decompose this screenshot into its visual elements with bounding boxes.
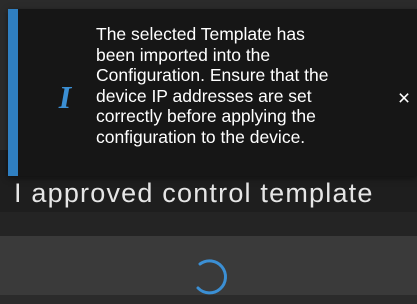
close-icon[interactable]: × [393,87,415,111]
notification-toast: I The selected Template has been importe… [8,9,417,176]
background-page-title: I approved control template [14,178,374,208]
info-icon: I [58,79,72,115]
toast-message: The selected Template has been imported … [96,24,329,147]
loading-spinner-icon [196,259,227,295]
background-divider [0,212,417,236]
toast-accent-bar [8,9,18,176]
